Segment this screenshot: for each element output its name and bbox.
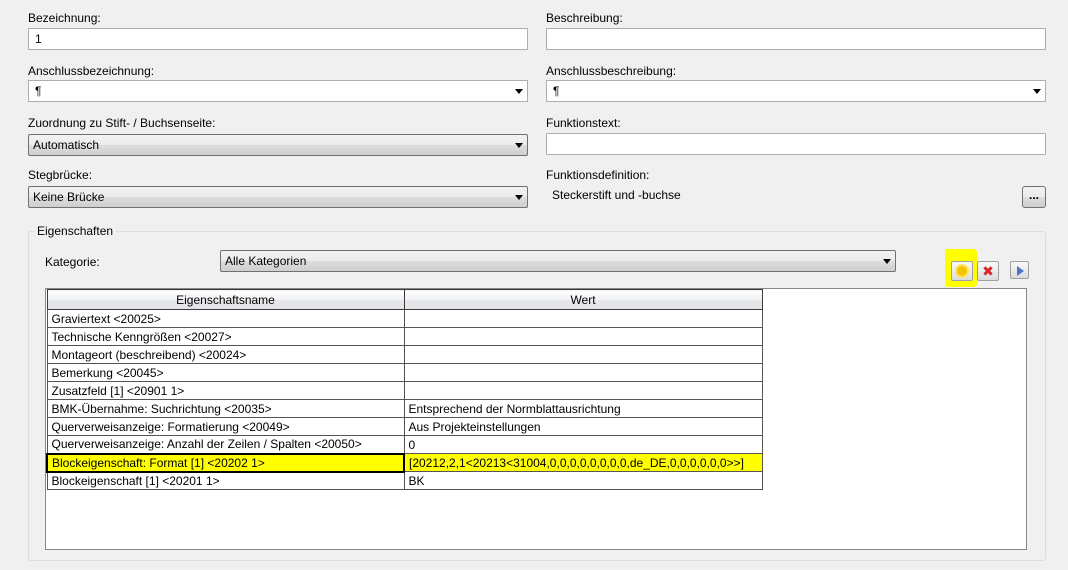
property-name-cell[interactable]: Querverweisanzeige: Formatierung <20049> <box>46 417 405 436</box>
chevron-down-icon <box>883 259 891 264</box>
property-name-cell[interactable]: BMK-Übernahme: Suchrichtung <20035> <box>46 399 405 418</box>
chevron-down-icon[interactable] <box>1033 89 1041 94</box>
bezeichnung-input[interactable]: 1 <box>28 28 528 50</box>
kategorie-value: Alle Kategorien <box>225 254 307 268</box>
property-value-cell[interactable] <box>403 363 763 382</box>
anschlussbeschreibung-value: ¶ <box>553 84 560 98</box>
property-name-cell[interactable]: Graviertext <20025> <box>46 309 405 328</box>
property-value-cell[interactable]: BK <box>403 471 763 490</box>
property-name-cell[interactable]: Montageort (beschreibend) <20024> <box>46 345 405 364</box>
property-name-cell[interactable]: Blockeigenschaft: Format [1] <20202 1> <box>46 452 405 473</box>
label-funktionstext: Funktionstext: <box>546 116 621 130</box>
property-name-cell[interactable]: Zusatzfeld [1] <20901 1> <box>46 381 405 400</box>
new-property-icon <box>957 266 967 276</box>
property-value-cell[interactable] <box>403 381 763 400</box>
label-funktionsdefinition: Funktionsdefinition: <box>546 168 650 182</box>
property-value-cell[interactable]: Aus Projekteinstellungen <box>403 417 763 436</box>
chevron-down-icon <box>515 195 523 200</box>
property-name-cell[interactable]: Bemerkung <20045> <box>46 363 405 382</box>
table-row[interactable]: Blockeigenschaft [1] <20201 1> BK <box>46 471 763 490</box>
beschreibung-input[interactable] <box>546 28 1046 50</box>
delete-property-button[interactable]: ✖ <box>977 261 999 281</box>
table-row[interactable]: Bemerkung <20045> <box>46 363 763 382</box>
chevron-down-icon <box>515 143 523 148</box>
table-row[interactable]: Querverweisanzeige: Formatierung <20049>… <box>46 417 763 436</box>
stegbruecke-value: Keine Brücke <box>33 190 105 204</box>
stegbruecke-dropdown[interactable]: Keine Brücke <box>28 186 528 208</box>
table-row[interactable]: Zusatzfeld [1] <20901 1> <box>46 381 763 400</box>
anschlussbeschreibung-combobox[interactable]: ¶ <box>546 80 1046 102</box>
move-button[interactable] <box>1010 261 1029 279</box>
zuordnung-dropdown[interactable]: Automatisch <box>28 134 528 156</box>
funktionsdefinition-value: Steckerstift und -buchse <box>546 185 1018 207</box>
table-row[interactable]: Technische Kenngrößen <20027> <box>46 327 763 346</box>
table-row[interactable]: BMK-Übernahme: Suchrichtung <20035> Entsp… <box>46 399 763 418</box>
kategorie-dropdown[interactable]: Alle Kategorien <box>220 250 896 272</box>
anschlussbezeichnung-value: ¶ <box>35 84 42 98</box>
label-zuordnung: Zuordnung zu Stift- / Buchsenseite: <box>28 116 216 130</box>
label-kategorie: Kategorie: <box>45 255 100 269</box>
properties-grid[interactable]: Eigenschaftsname Wert Graviertext <20025… <box>45 288 1027 550</box>
funktionsdefinition-browse-button[interactable]: ... <box>1022 186 1046 208</box>
new-property-button[interactable] <box>951 261 973 281</box>
zuordnung-value: Automatisch <box>33 138 100 152</box>
label-bezeichnung: Bezeichnung: <box>28 11 101 25</box>
property-name-cell[interactable]: Technische Kenngrößen <20027> <box>46 327 405 346</box>
label-stegbruecke: Stegbrücke: <box>28 168 93 182</box>
properties-table: Eigenschaftsname Wert Graviertext <20025… <box>46 289 763 490</box>
play-icon <box>1017 266 1024 276</box>
property-value-cell[interactable] <box>403 345 763 364</box>
property-value-cell[interactable]: 0 <box>403 435 763 454</box>
table-row[interactable]: Graviertext <20025> <box>46 309 763 328</box>
table-row[interactable]: Blockeigenschaft: Format [1] <20202 1> [2… <box>46 452 763 473</box>
label-beschreibung: Beschreibung: <box>546 11 623 25</box>
label-anschlussbeschreibung: Anschlussbeschreibung: <box>546 64 677 78</box>
column-header-wert[interactable]: Wert <box>403 289 763 310</box>
property-value-cell[interactable]: Entsprechend der Normblattausrichtung <box>403 399 763 418</box>
eigenschaften-group-title: Eigenschaften <box>34 224 117 238</box>
table-row[interactable]: Querverweisanzeige: Anzahl der Zeilen / … <box>46 435 763 454</box>
column-header-eigenschaftsname[interactable]: Eigenschaftsname <box>46 289 405 310</box>
anschlussbezeichnung-combobox[interactable]: ¶ <box>28 80 528 102</box>
funktionstext-input[interactable] <box>546 133 1046 155</box>
table-row[interactable]: Montageort (beschreibend) <20024> <box>46 345 763 364</box>
property-name-cell[interactable]: Blockeigenschaft [1] <20201 1> <box>46 471 405 490</box>
chevron-down-icon[interactable] <box>515 89 523 94</box>
property-value-cell[interactable] <box>403 309 763 328</box>
label-anschlussbezeichnung: Anschlussbezeichnung: <box>28 64 155 78</box>
delete-property-icon: ✖ <box>982 263 994 279</box>
property-value-cell[interactable]: [20212,2,1<20213<31004,0,0,0,0,0,0,0,0,d… <box>403 453 763 472</box>
table-header-row: Eigenschaftsname Wert <box>46 289 763 310</box>
property-value-cell[interactable] <box>403 327 763 346</box>
property-name-cell[interactable]: Querverweisanzeige: Anzahl der Zeilen / … <box>46 435 405 454</box>
